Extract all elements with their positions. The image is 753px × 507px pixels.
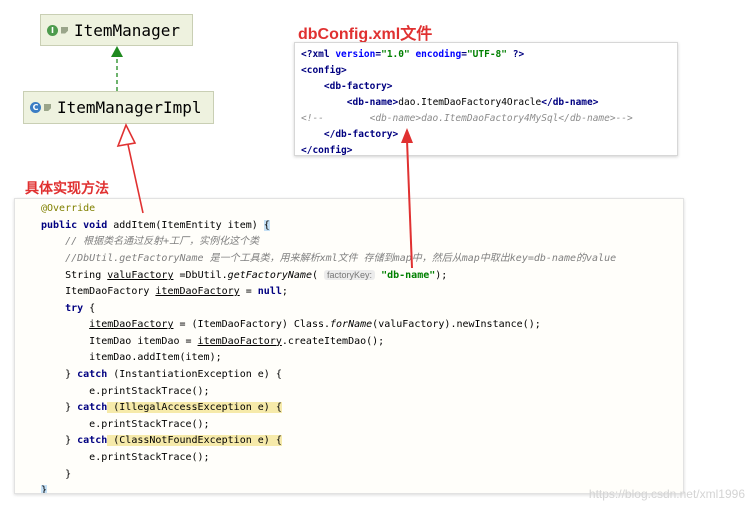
xml-comment-line: <!-- <db-name>dao.ItemDaoFactory4MySql</… — [301, 113, 633, 124]
code-line-comment-2: //DbUtil.getFactoryName 是一个工具类，用来解析xml文件… — [65, 252, 617, 264]
xml-declaration: <?xml version="1.0" encoding="UTF-8" ?> — [301, 49, 525, 60]
code-line-signature: public void addItem(ItemEntity item) { — [41, 219, 270, 231]
code-line-try: try { — [65, 302, 96, 314]
class-itemmanagerimpl-box: C ItemManagerImpl — [23, 91, 214, 124]
xml-config-close: </config> — [301, 145, 353, 156]
code-line-catch-2: } catch (IllegalAccessException e) { — [65, 402, 282, 414]
code-line-catch-3: } catch (ClassNotFoundException e) { — [65, 435, 282, 447]
xml-file-title: dbConfig.xml文件 — [298, 26, 433, 43]
interface-icon: I — [47, 24, 58, 36]
interface-name: ItemManager — [74, 20, 180, 40]
impl-name: ItemManagerImpl — [57, 98, 202, 117]
lock-icon — [44, 104, 51, 111]
watermark: https://blog.csdn.net/xml1996 — [588, 487, 745, 501]
code-line-print-2: e.printStackTrace(); — [89, 418, 210, 430]
code-line-print-3: e.printStackTrace(); — [89, 451, 210, 463]
interface-itemmanager-box: I ItemManager — [40, 14, 193, 46]
method-to-impl-arrowhead-icon — [116, 123, 137, 148]
realization-arrowhead-icon — [111, 46, 123, 57]
xml-dbfactory-close: </db-factory> — [323, 129, 399, 140]
code-line-print-1: e.printStackTrace(); — [89, 385, 210, 397]
code-line-close-method: } — [41, 483, 683, 493]
java-code-panel: @Override public void addItem(ItemEntity… — [14, 198, 684, 494]
class-icon: C — [30, 102, 41, 113]
code-line-annotation: @Override — [41, 203, 96, 214]
parameter-hint: factoryKey: — [324, 270, 376, 281]
xml-config-open: <config> — [301, 65, 347, 76]
xml-dbfactory-open: <db-factory> — [323, 81, 393, 92]
code-line-itemdaofactory: ItemDaoFactory itemDaoFactory = null; — [65, 285, 288, 297]
code-line-additem: itemDao.addItem(item); — [89, 352, 222, 364]
lock-icon — [61, 26, 68, 34]
method-title: 具体实现方法 — [25, 180, 109, 196]
code-line-createitemdao: ItemDao itemDao = itemDaoFactory.createI… — [89, 335, 385, 347]
code-line-catch-1: } catch (InstantiationException e) { — [65, 368, 282, 380]
xml-code-panel: <?xml version="1.0" encoding="UTF-8" ?> … — [294, 42, 678, 156]
code-line-valufactory: String valuFactory =DbUtil.getFactoryNam… — [65, 270, 448, 282]
code-line-comment-1: // 根据类名通过反射+工厂，实例化这个类 — [65, 236, 260, 248]
code-line-close-try: } — [65, 468, 72, 480]
xml-dbname-line: <db-name>dao.ItemDaoFactory4Oracle</db-n… — [346, 97, 599, 108]
code-line-forname: itemDaoFactory = (ItemDaoFactory) Class.… — [89, 319, 541, 331]
